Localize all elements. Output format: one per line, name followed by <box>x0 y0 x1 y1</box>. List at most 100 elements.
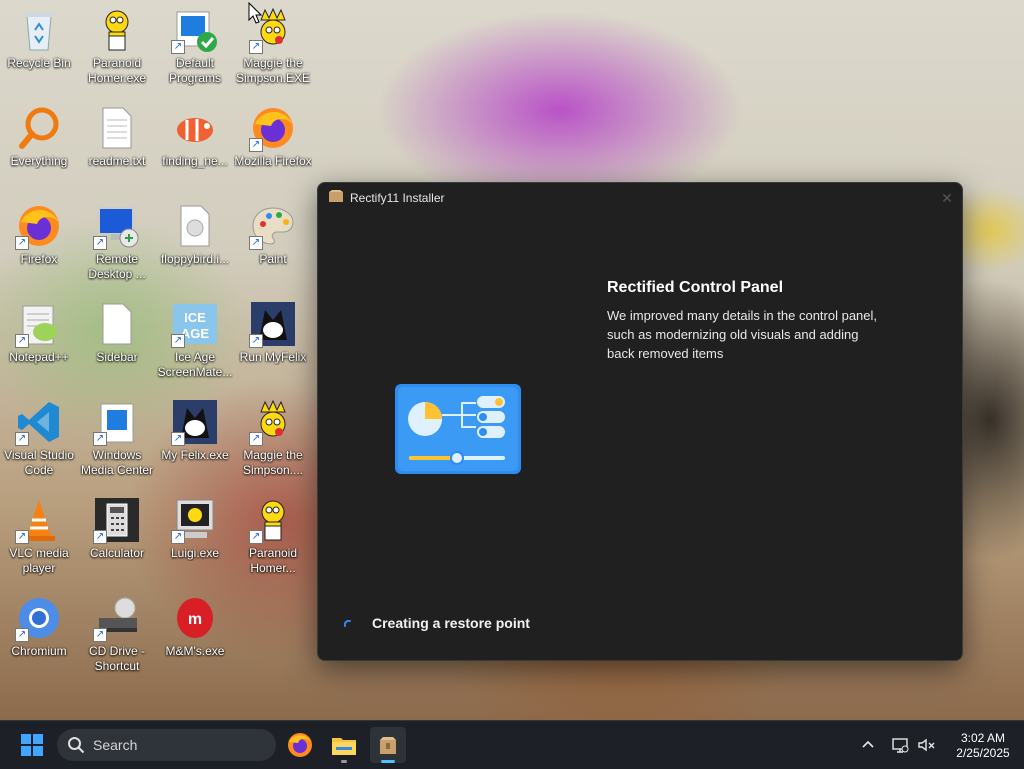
search-icon <box>67 736 85 759</box>
desktop-icon-label: M&M's.exe <box>165 644 225 658</box>
svg-text:ICE: ICE <box>184 310 206 325</box>
shortcut-arrow-icon: ↗ <box>171 40 185 54</box>
desktop-icon-mozilla-firefox[interactable]: ↗ Mozilla Firefox <box>234 100 312 196</box>
desktop-icon-label: Maggie the Simpson.... <box>242 448 304 477</box>
status-text: Creating a restore point <box>372 615 530 631</box>
shortcut-arrow-icon: ↗ <box>249 530 263 544</box>
calculator-icon: ↗ <box>93 496 141 544</box>
media-center-icon: ↗ <box>93 398 141 446</box>
desktop-icon-maggie-simpson[interactable]: ↗ Maggie the Simpson.EXE <box>234 2 312 98</box>
shortcut-arrow-icon: ↗ <box>15 334 29 348</box>
desktop-icon-finding-nemo[interactable]: finding_ne... <box>156 100 234 196</box>
clock-date: 2/25/2025 <box>956 746 1010 760</box>
firefox-icon: ↗ <box>249 104 297 152</box>
desktop-icon-label: readme.txt <box>88 154 146 168</box>
shortcut-arrow-icon: ↗ <box>249 432 263 446</box>
svg-text:m: m <box>188 611 202 628</box>
desktop-icon-label: Notepad++ <box>9 350 69 364</box>
ice-age-icon: ICE AGE ↗ <box>171 300 219 348</box>
desktop-icon-label: Paint <box>259 252 287 266</box>
shortcut-arrow-icon: ↗ <box>15 432 29 446</box>
close-button[interactable]: ✕ <box>932 183 962 213</box>
desktop-icon-chromium[interactable]: ↗ Chromium <box>0 590 78 686</box>
desktop-icon-floppybird[interactable]: floppybird.i... <box>156 198 234 294</box>
taskbar-rectify11-installer[interactable] <box>370 727 406 763</box>
shortcut-arrow-icon: ↗ <box>171 334 185 348</box>
desktop-icon-paranoid-homer[interactable]: Paranoid Homer.exe <box>78 2 156 98</box>
desktop-icon-readme[interactable]: readme.txt <box>78 100 156 196</box>
desktop-icon-firefox[interactable]: ↗ Firefox <box>0 198 78 294</box>
active-indicator <box>381 760 395 763</box>
desktop-icon-vscode[interactable]: ↗ Visual Studio Code <box>0 394 78 490</box>
desktop-icon-ice-age[interactable]: ICE AGE ↗ Ice Age ScreenMate... <box>156 296 234 392</box>
desktop-icon-label: Windows Media Center <box>80 448 154 477</box>
text-file-icon <box>93 104 141 152</box>
notepadpp-icon: ↗ <box>15 300 63 348</box>
shortcut-arrow-icon: ↗ <box>249 236 263 250</box>
desktop-icon-label: Calculator <box>89 546 145 560</box>
desktop-icon-label: Recycle Bin <box>7 56 71 70</box>
running-indicator <box>341 760 347 763</box>
feature-title: Rectified Control Panel <box>607 279 784 296</box>
fish-icon <box>171 104 219 152</box>
shortcut-arrow-icon: ↗ <box>93 628 107 642</box>
desktop-icon-vlc[interactable]: ↗ VLC media player <box>0 492 78 588</box>
desktop-icon-label: Paranoid Homer... <box>248 546 298 575</box>
homer-icon: ↗ <box>249 496 297 544</box>
firefox-icon <box>288 733 312 757</box>
progress-spinner-icon <box>343 615 352 627</box>
network-icon[interactable] <box>890 735 910 755</box>
chromium-icon: ↗ <box>15 594 63 642</box>
mms-candy-icon: m <box>171 594 219 642</box>
volume-muted-icon[interactable] <box>916 735 936 755</box>
desktop-icon-label: CD Drive - Shortcut <box>89 644 145 673</box>
desktop-icon-maggie-simpson-2[interactable]: ↗ Maggie the Simpson.... <box>234 394 312 490</box>
paint-palette-icon: ↗ <box>249 202 297 250</box>
show-hidden-icons-chevron-icon[interactable] <box>858 735 878 755</box>
shortcut-arrow-icon: ↗ <box>171 432 185 446</box>
desktop-icon-notepadpp[interactable]: ↗ Notepad++ <box>0 296 78 392</box>
desktop-icon-remote-desktop[interactable]: ↗ Remote Desktop ... <box>78 198 156 294</box>
folder-icon <box>332 738 356 755</box>
start-button[interactable] <box>14 727 50 763</box>
desktop-icon-label: VLC media player <box>9 546 69 575</box>
desktop-icon-label: Run MyFelix <box>239 350 307 364</box>
shortcut-arrow-icon: ↗ <box>15 236 29 250</box>
maggie-icon: ↗ <box>249 398 297 446</box>
desktop-icon-cd-drive[interactable]: ↗ CD Drive - Shortcut <box>78 590 156 686</box>
desktop-icon-label: floppybird.i... <box>160 252 230 266</box>
desktop-icon-label: Firefox <box>20 252 58 266</box>
desktop-icon-mms[interactable]: m M&M's.exe <box>156 590 234 686</box>
clock-time: 3:02 AM <box>960 731 1006 745</box>
recycle-bin-icon <box>15 6 63 54</box>
desktop-icon-label: Default Programs <box>168 56 221 85</box>
desktop-icon-paint[interactable]: ↗ Paint <box>234 198 312 294</box>
desktop-icon-paranoid-homer-2[interactable]: ↗ Paranoid Homer... <box>234 492 312 588</box>
taskbar-file-explorer[interactable] <box>326 727 362 763</box>
desktop-icon-sidebar[interactable]: Sidebar <box>78 296 156 392</box>
desktop-icon-label: Paranoid Homer.exe <box>87 56 147 85</box>
desktop-icon-label: Mozilla Firefox <box>234 154 312 168</box>
svg-text:AGE: AGE <box>181 326 210 341</box>
desktop-icon-my-felix[interactable]: ↗ My Felix.exe <box>156 394 234 490</box>
taskbar-search-box[interactable]: Search <box>57 729 276 761</box>
desktop-icon-windows-media-center[interactable]: ↗ Windows Media Center <box>78 394 156 490</box>
window-titlebar[interactable]: Rectify11 Installer <box>318 183 962 213</box>
firefox-icon: ↗ <box>15 202 63 250</box>
taskbar-clock[interactable]: 3:02 AM 2/25/2025 <box>948 731 1018 761</box>
desktop-icon-default-programs[interactable]: ↗ Default Programs <box>156 2 234 98</box>
mouse-cursor-icon <box>248 1 263 29</box>
control-panel-illustration <box>395 384 521 474</box>
desktop-icon-everything[interactable]: Everything <box>0 100 78 196</box>
desktop-icon-luigi[interactable]: ↗ Luigi.exe <box>156 492 234 588</box>
installer-app-icon <box>380 737 396 754</box>
desktop-icon-calculator[interactable]: ↗ Calculator <box>78 492 156 588</box>
windows-logo-icon <box>21 734 43 756</box>
taskbar-firefox[interactable] <box>282 727 318 763</box>
shortcut-arrow-icon: ↗ <box>93 432 107 446</box>
desktop-icon-recycle-bin[interactable]: Recycle Bin <box>0 2 78 98</box>
desktop-icon-label: Remote Desktop ... <box>88 252 146 281</box>
desktop-icon-label: Luigi.exe <box>170 546 220 560</box>
desktop-icon-run-myfelix[interactable]: ↗ Run MyFelix <box>234 296 312 392</box>
desktop-icon-label: Maggie the Simpson.EXE <box>235 56 311 85</box>
